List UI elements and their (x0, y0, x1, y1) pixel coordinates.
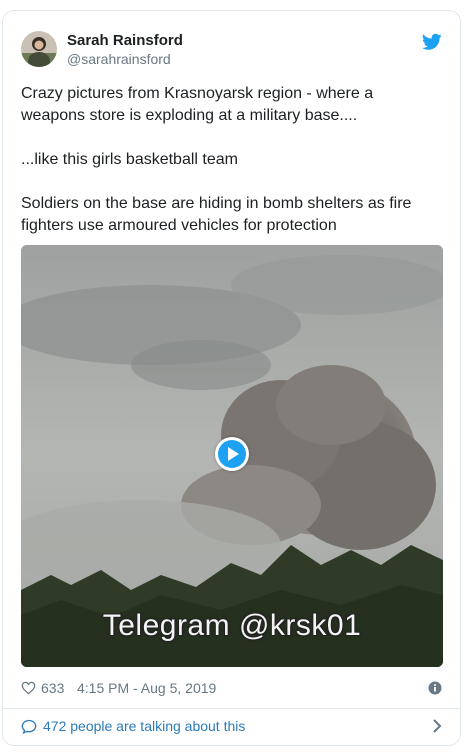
conversation-link[interactable]: 472 people are talking about this (21, 717, 442, 739)
video-watermark: Telegram @krsk01 (102, 609, 362, 642)
play-icon (218, 440, 246, 468)
tweet-text: Crazy pictures from Krasnoyarsk region -… (21, 85, 412, 234)
tweet-header: Sarah Rainsford @sarahrainsford (21, 31, 442, 71)
avatar[interactable] (21, 31, 57, 67)
chevron-right-icon[interactable] (432, 719, 442, 733)
author-handle[interactable]: @sarahrainsford (67, 51, 171, 67)
like-count[interactable]: 633 (41, 680, 64, 696)
divider (3, 708, 460, 709)
embedded-tweet-card: Sarah Rainsford @sarahrainsford Crazy pi… (2, 10, 461, 746)
video-thumbnail[interactable]: Telegram @krsk01 (21, 245, 443, 667)
twitter-bird-icon[interactable] (422, 33, 442, 51)
play-button[interactable] (215, 437, 249, 471)
author-name[interactable]: Sarah Rainsford (67, 32, 183, 49)
conversation-label[interactable]: 472 people are talking about this (43, 718, 245, 734)
tweet-meta: 633 4:15 PM - Aug 5, 2019 (21, 679, 442, 701)
heart-icon[interactable] (21, 681, 36, 695)
info-icon[interactable] (428, 681, 442, 695)
tweet-timestamp[interactable]: 4:15 PM - Aug 5, 2019 (77, 680, 216, 696)
speech-bubble-icon (21, 719, 37, 734)
